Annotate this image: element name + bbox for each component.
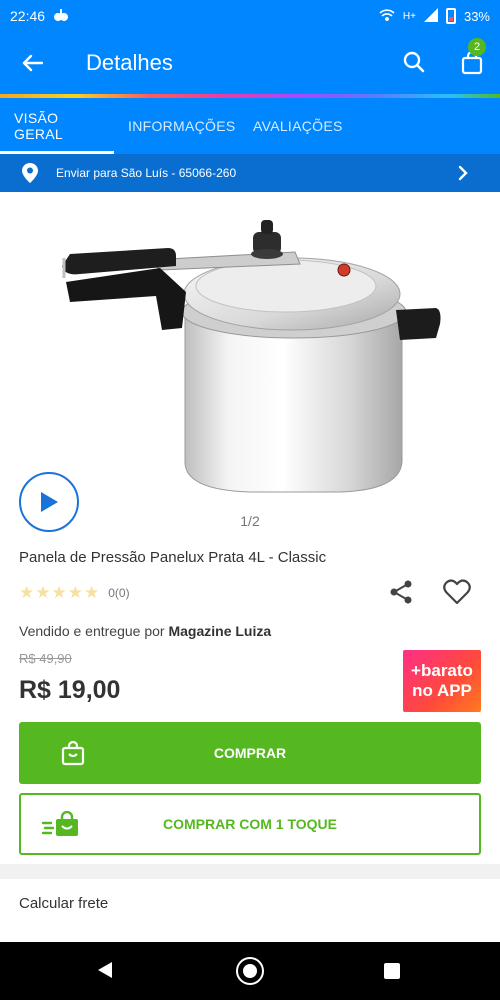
seller-prefix: Vendido e entregue por [19,623,169,639]
section-divider [0,864,500,879]
shipping-destination-text: Enviar para São Luís - 65066-260 [56,166,237,180]
calculate-freight-label[interactable]: Calcular frete [19,895,108,912]
back-button[interactable] [0,32,64,94]
fast-bag-icon [41,810,81,842]
star-icon: ★ [19,583,35,602]
buy-button[interactable]: COMPRAR [19,722,481,784]
product-image[interactable] [50,212,450,502]
play-video-button[interactable] [19,472,79,532]
status-bar: 22:46 H+ 33% [0,0,500,32]
nav-recent-apps-icon[interactable] [384,963,400,979]
status-time: 22:46 [10,8,46,24]
battery-icon [445,8,456,24]
chevron-right-icon [458,165,468,184]
promo-line-1: +barato [411,661,473,680]
battery-level: 33% [463,8,490,24]
one-tap-button-label: COMPRAR COM 1 TOQUE [163,816,337,832]
star-icon: ★ [84,583,100,602]
old-price: R$ 49,90 [19,651,72,666]
nav-back-icon[interactable] [96,960,114,985]
shipping-destination-bar[interactable]: Enviar para São Luís - 65066-260 [0,154,500,192]
network-type: H+ [402,10,416,22]
wifi-hotspot-icon [379,8,395,25]
one-tap-buy-button[interactable]: COMPRAR COM 1 TOQUE [19,793,481,855]
seller-name[interactable]: Magazine Luiza [168,623,271,639]
rating-count: 0(0) [108,586,130,600]
app-bar: Detalhes 2 [0,32,500,94]
play-icon [41,492,58,512]
cheaper-in-app-badge: +barato no APP [403,650,481,712]
location-pin-icon [22,163,38,186]
tab-reviews[interactable]: AVALIAÇÕES [253,98,343,154]
seller-info: Vendido e entregue por Magazine Luiza [19,623,271,639]
search-button[interactable] [396,44,432,80]
cart-count-badge: 2 [468,38,486,56]
image-pager: 1/2 [240,513,260,529]
arrow-left-icon [22,54,43,72]
star-icon: ★ [51,583,67,602]
star-icon: ★ [67,583,83,602]
tab-information[interactable]: INFORMAÇÕES [128,98,236,154]
search-icon [403,51,425,73]
current-price: R$ 19,00 [19,676,121,704]
buy-button-label: COMPRAR [213,745,287,761]
app-notification-icon [53,8,69,25]
nav-home-icon[interactable] [236,957,264,985]
signal-icon [423,7,438,25]
tab-overview[interactable]: VISÃO GERAL [0,98,114,154]
cart-button[interactable]: 2 [452,38,492,82]
system-nav-bar [0,942,500,1000]
shopping-bag-icon [61,740,85,769]
heart-icon [443,579,471,605]
share-icon [390,580,412,604]
rating-row[interactable]: ★ ★ ★ ★ ★ 0(0) [19,583,130,603]
share-button[interactable] [386,577,416,607]
favorite-button[interactable] [440,575,474,609]
product-tabs: VISÃO GERAL INFORMAÇÕES AVALIAÇÕES [0,98,500,154]
star-icon: ★ [35,583,51,602]
promo-line-2: no APP [412,681,472,700]
page-title: Detalhes [86,50,173,75]
product-title: Panela de Pressão Panelux Prata 4L - Cla… [19,549,327,566]
